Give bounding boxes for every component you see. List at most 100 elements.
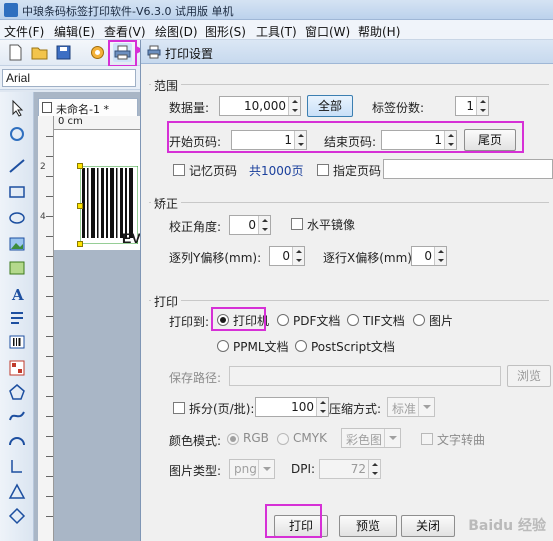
image-type-select[interactable]: png [229, 459, 275, 479]
x-offset-input[interactable]: 0 [411, 246, 447, 266]
rotate-icon[interactable] [7, 124, 27, 144]
line-tool-icon[interactable] [7, 156, 27, 176]
y-offset-input[interactable]: 0 [269, 246, 305, 266]
qrcode-tool-icon[interactable] [7, 358, 27, 378]
compress-select[interactable]: 标准 [387, 397, 435, 417]
color-rgb-label: RGB [243, 431, 269, 445]
color-select[interactable]: 彩色图 [341, 428, 401, 448]
quantity-input[interactable]: 10,000 [219, 96, 301, 116]
label-canvas[interactable]: EV [54, 130, 141, 250]
y-offset-stepper[interactable] [292, 247, 304, 265]
close-button[interactable]: 关闭 [401, 515, 455, 537]
last-page-button[interactable]: 尾页 [464, 129, 516, 151]
start-page-input[interactable]: 1 [231, 130, 307, 150]
select-arrow-icon[interactable] [7, 98, 27, 118]
menu-file[interactable]: 文件(F) [4, 23, 44, 40]
print-to-image-label: 图片 [429, 314, 454, 328]
ellipse-tool-icon[interactable] [7, 208, 27, 228]
polygon-tool-icon[interactable] [7, 382, 27, 402]
mirror-checkbox[interactable] [291, 218, 303, 230]
text-convert-label: 文字转曲 [437, 433, 486, 447]
resize-handle[interactable] [77, 163, 83, 169]
start-page-label: 开始页码: [169, 135, 222, 149]
picture-tool-icon[interactable] [7, 258, 27, 278]
color-cmyk-radio[interactable] [277, 433, 289, 445]
svg-text:A: A [11, 286, 24, 304]
menu-edit[interactable]: 编辑(E) [54, 23, 95, 40]
start-page-stepper[interactable] [294, 131, 306, 149]
angle-value: 0 [248, 218, 256, 232]
print-button[interactable]: 打印 [274, 515, 328, 537]
menu-draw[interactable]: 绘图(D) [155, 23, 198, 40]
print-to-image-radio[interactable] [413, 314, 425, 326]
print-to-ppml-radio[interactable] [217, 340, 229, 352]
copies-input[interactable]: 1 [455, 96, 489, 116]
print-to-pdf-radio[interactable] [277, 314, 289, 326]
text-tool-icon[interactable]: A [7, 284, 27, 304]
print-icon[interactable] [113, 43, 132, 62]
ruler-number: 2 [40, 162, 46, 172]
menu-help[interactable]: 帮助(H) [358, 23, 400, 40]
all-button[interactable]: 全部 [307, 95, 353, 117]
format-toolbar: Arial [0, 66, 140, 90]
resize-handle[interactable] [77, 241, 83, 247]
y-offset-label: 逐列Y偏移(mm): [169, 251, 262, 265]
paragraph-tool-icon[interactable] [7, 308, 27, 328]
dpi-label: DPI: [291, 462, 316, 476]
arc-tool-icon[interactable] [7, 430, 27, 450]
range-group-label: 范围 [151, 77, 182, 94]
menu-window[interactable]: 窗口(W) [305, 23, 350, 40]
menu-shape[interactable]: 图形(S) [205, 23, 246, 40]
print-settings-dialog: 打印设置 范围 数据量: 10,000 全部 标签份数: 1 开始页码: 1 结… [140, 40, 553, 541]
dpi-stepper[interactable] [368, 460, 380, 478]
freehand-tool-icon[interactable] [7, 456, 27, 476]
curve-tool-icon[interactable] [7, 406, 27, 426]
document-area: 未命名-1 * 0 cm 2 4 EV [34, 92, 141, 541]
app-titlebar: 中琅条码标签打印软件-V6.3.0 试用版 单机 [0, 0, 553, 20]
dpi-input[interactable]: 72 [319, 459, 381, 479]
split-checkbox[interactable] [173, 402, 185, 414]
x-offset-stepper[interactable] [434, 247, 446, 265]
diamond-tool-icon[interactable] [7, 506, 27, 526]
settings-gear-icon[interactable] [88, 43, 107, 62]
menu-tools[interactable]: 工具(T) [256, 23, 297, 40]
specify-page-checkbox[interactable] [317, 164, 329, 176]
split-stepper[interactable] [316, 398, 328, 416]
correction-group-label: 矫正 [151, 195, 182, 212]
color-rgb-radio[interactable] [227, 433, 239, 445]
barcode-tool-icon[interactable] [7, 332, 27, 352]
specify-page-input[interactable] [383, 159, 553, 179]
copies-stepper[interactable] [476, 97, 488, 115]
browse-button[interactable]: 浏览 [507, 365, 551, 387]
resize-handle[interactable] [77, 203, 83, 209]
angle-input[interactable]: 0 [229, 215, 271, 235]
compress-value: 标准 [392, 402, 417, 416]
save-icon[interactable] [54, 43, 73, 62]
remember-page-checkbox[interactable] [173, 164, 185, 176]
menu-view[interactable]: 查看(V) [104, 23, 146, 40]
print-to-postscript-radio[interactable] [295, 340, 307, 352]
quantity-stepper[interactable] [288, 97, 300, 115]
end-page-input[interactable]: 1 [381, 130, 457, 150]
text-convert-checkbox[interactable] [421, 433, 433, 445]
angle-stepper[interactable] [258, 216, 270, 234]
rectangle-tool-icon[interactable] [7, 182, 27, 202]
save-path-input[interactable] [229, 366, 501, 386]
preview-button[interactable]: 预览 [339, 515, 397, 537]
split-input[interactable]: 100 [255, 397, 329, 417]
document-tab[interactable]: 未命名-1 * [38, 98, 138, 116]
print-to-label: 打印到: [169, 315, 210, 329]
copies-value: 1 [466, 99, 474, 113]
menu-bar: 文件(F) 编辑(E) 查看(V) 绘图(D) 图形(S) 工具(T) 窗口(W… [0, 20, 553, 40]
copies-label: 标签份数: [372, 101, 425, 115]
font-family-select[interactable]: Arial [2, 69, 136, 87]
printer-dialog-icon [147, 45, 161, 59]
new-file-icon[interactable] [6, 43, 25, 62]
print-to-tif-radio[interactable] [347, 314, 359, 326]
print-to-printer-radio[interactable] [217, 314, 229, 326]
image-tool-icon[interactable] [7, 234, 27, 254]
open-folder-icon[interactable] [30, 43, 49, 62]
end-page-stepper[interactable] [444, 131, 456, 149]
triangle-tool-icon[interactable] [7, 482, 27, 502]
end-page-value: 1 [434, 133, 442, 147]
